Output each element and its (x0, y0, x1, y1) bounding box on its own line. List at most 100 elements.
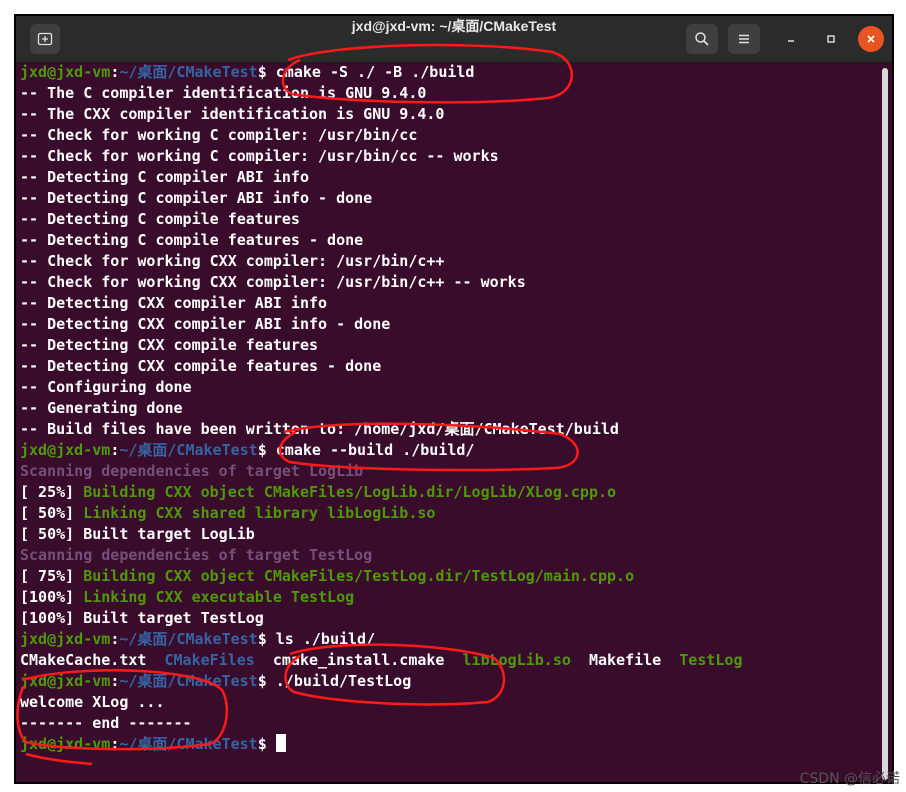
output-text: -- Detecting CXX compile features (20, 336, 319, 354)
build-message: Linking CXX shared library libLogLib.so (83, 504, 436, 522)
minimize-button[interactable] (778, 26, 804, 52)
output-text: -- Detecting C compiler ABI info - done (20, 189, 373, 207)
watermark: CSDN @信必诺 (799, 771, 900, 787)
output-text: -- Check for working CXX compiler: /usr/… (20, 273, 526, 291)
prompt-separator: : (110, 630, 120, 648)
prompt-path: ~/桌面/CMakeTest (119, 630, 258, 648)
prompt-separator: : (110, 441, 120, 459)
prompt-user: jxd@jxd-vm (20, 441, 111, 459)
output-line: -- Detecting C compiler ABI info - done (20, 188, 878, 209)
scan-message: Scanning dependencies of target LogLib (20, 462, 364, 480)
output-text: -- The CXX compiler identification is GN… (20, 105, 445, 123)
output-line: -- Configuring done (20, 377, 878, 398)
output-text: -- Build files have been written to: /ho… (20, 420, 619, 438)
scan-message: Scanning dependencies of target TestLog (20, 546, 373, 564)
output-text: -- Detecting C compile features (20, 210, 300, 228)
output-line: Scanning dependencies of target TestLog (20, 545, 878, 566)
output-line: -- The CXX compiler identification is GN… (20, 104, 878, 125)
ls-gap (255, 651, 273, 669)
output-line: [ 75%] Building CXX object CMakeFiles/Te… (20, 566, 878, 587)
output-line: ------- end ------- (20, 713, 878, 734)
output-line: -- Detecting C compiler ABI info (20, 167, 878, 188)
prompt-separator: : (110, 672, 120, 690)
output-line: [ 50%] Linking CXX shared library libLog… (20, 503, 878, 524)
search-icon (695, 32, 709, 46)
output-text: -- Check for working C compiler: /usr/bi… (20, 147, 499, 165)
output-line: -- Detecting CXX compile features - done (20, 356, 878, 377)
output-line: -- The C compiler identification is GNU … (20, 83, 878, 104)
close-icon (867, 35, 875, 43)
build-progress: [ 75%] (20, 567, 84, 585)
output-text: -- Configuring done (20, 378, 192, 396)
build-progress: [100%] (20, 588, 84, 606)
search-button[interactable] (686, 24, 718, 54)
minimize-icon (788, 40, 794, 42)
output-line: welcome XLog ... (20, 692, 878, 713)
ls-gap (146, 651, 164, 669)
ls-gap (444, 651, 462, 669)
output-text: -- Detecting CXX compiler ABI info - don… (20, 315, 391, 333)
output-line: [100%] Linking CXX executable TestLog (20, 587, 878, 608)
output-text: -- Check for working C compiler: /usr/bi… (20, 126, 418, 144)
build-progress: [ 50%] (20, 504, 84, 522)
output-line: -- Detecting CXX compiler ABI info (20, 293, 878, 314)
output-line: Scanning dependencies of target LogLib (20, 461, 878, 482)
output-text: [ 50%] Built target LogLib (20, 525, 255, 543)
prompt-user: jxd@jxd-vm (20, 630, 111, 648)
ls-entry: libLogLib.so (462, 651, 571, 669)
prompt-line: jxd@jxd-vm:~/桌面/CMakeTest$ cmake --build… (20, 440, 878, 461)
command-text: $ cmake -S ./ -B ./build (257, 63, 475, 81)
terminal-window: jxd@jxd-vm: ~/桌面/CMakeTest jxd@jxd-vm:~/… (14, 14, 894, 784)
output-line: -- Detecting C compile features - done (20, 230, 878, 251)
output-line: -- Build files have been written to: /ho… (20, 419, 878, 440)
output-line: [ 25%] Building CXX object CMakeFiles/Lo… (20, 482, 878, 503)
prompt-line: jxd@jxd-vm:~/桌面/CMakeTest$ ls ./build/ (20, 629, 878, 650)
menu-button[interactable] (728, 24, 760, 54)
output-text: -- Detecting C compiler ABI info (20, 168, 309, 186)
output-line: -- Detecting CXX compile features (20, 335, 878, 356)
ls-gap (661, 651, 679, 669)
output-line: -- Detecting CXX compiler ABI info - don… (20, 314, 878, 335)
command-text: $ ./build/TestLog (257, 672, 412, 690)
output-line: -- Generating done (20, 398, 878, 419)
ls-entry: CMakeFiles (164, 651, 255, 669)
prompt-line: jxd@jxd-vm:~/桌面/CMakeTest$ (20, 734, 878, 755)
build-progress: [ 25%] (20, 483, 84, 501)
maximize-button[interactable] (818, 26, 844, 52)
output-line: [100%] Built target TestLog (20, 608, 878, 629)
build-message: Building CXX object CMakeFiles/LogLib.di… (83, 483, 617, 501)
scrollbar[interactable] (882, 68, 888, 780)
output-text: -- Detecting C compile features - done (20, 231, 364, 249)
output-line: CMakeCache.txt CMakeFiles cmake_install.… (20, 650, 878, 671)
prompt-separator: : (110, 63, 120, 81)
output-text: welcome XLog ... (20, 693, 165, 711)
ls-entry: CMakeCache.txt (20, 651, 147, 669)
prompt-path: ~/桌面/CMakeTest (119, 441, 258, 459)
ls-entry: Makefile (588, 651, 662, 669)
prompt-line: jxd@jxd-vm:~/桌面/CMakeTest$ ./build/TestL… (20, 671, 878, 692)
ls-entry: TestLog (679, 651, 743, 669)
build-message: Linking CXX executable TestLog (83, 588, 355, 606)
output-text: -- Check for working CXX compiler: /usr/… (20, 252, 445, 270)
command-text: $ ls ./build/ (257, 630, 376, 648)
title-bar: jxd@jxd-vm: ~/桌面/CMakeTest (16, 16, 892, 63)
ls-gap (571, 651, 589, 669)
output-text: -- Generating done (20, 399, 183, 417)
close-button[interactable] (858, 26, 884, 52)
hamburger-menu-icon (739, 34, 749, 44)
output-text: [100%] Built target TestLog (20, 609, 264, 627)
command-text: $ cmake --build ./build/ (257, 441, 475, 459)
prompt-separator: : (110, 735, 120, 753)
output-text: -- The C compiler identification is GNU … (20, 84, 427, 102)
terminal-output[interactable]: jxd@jxd-vm:~/桌面/CMakeTest$ cmake -S ./ -… (20, 62, 878, 778)
prompt-user: jxd@jxd-vm (20, 63, 111, 81)
prompt-path: ~/桌面/CMakeTest (119, 672, 258, 690)
output-line: -- Check for working C compiler: /usr/bi… (20, 125, 878, 146)
output-line: [ 50%] Built target LogLib (20, 524, 878, 545)
ls-entry: cmake_install.cmake (272, 651, 445, 669)
build-message: Building CXX object CMakeFiles/TestLog.d… (83, 567, 635, 585)
prompt-user: jxd@jxd-vm (20, 735, 111, 753)
text-cursor (275, 734, 286, 752)
output-text: -- Detecting CXX compiler ABI info (20, 294, 328, 312)
output-line: -- Check for working CXX compiler: /usr/… (20, 272, 878, 293)
